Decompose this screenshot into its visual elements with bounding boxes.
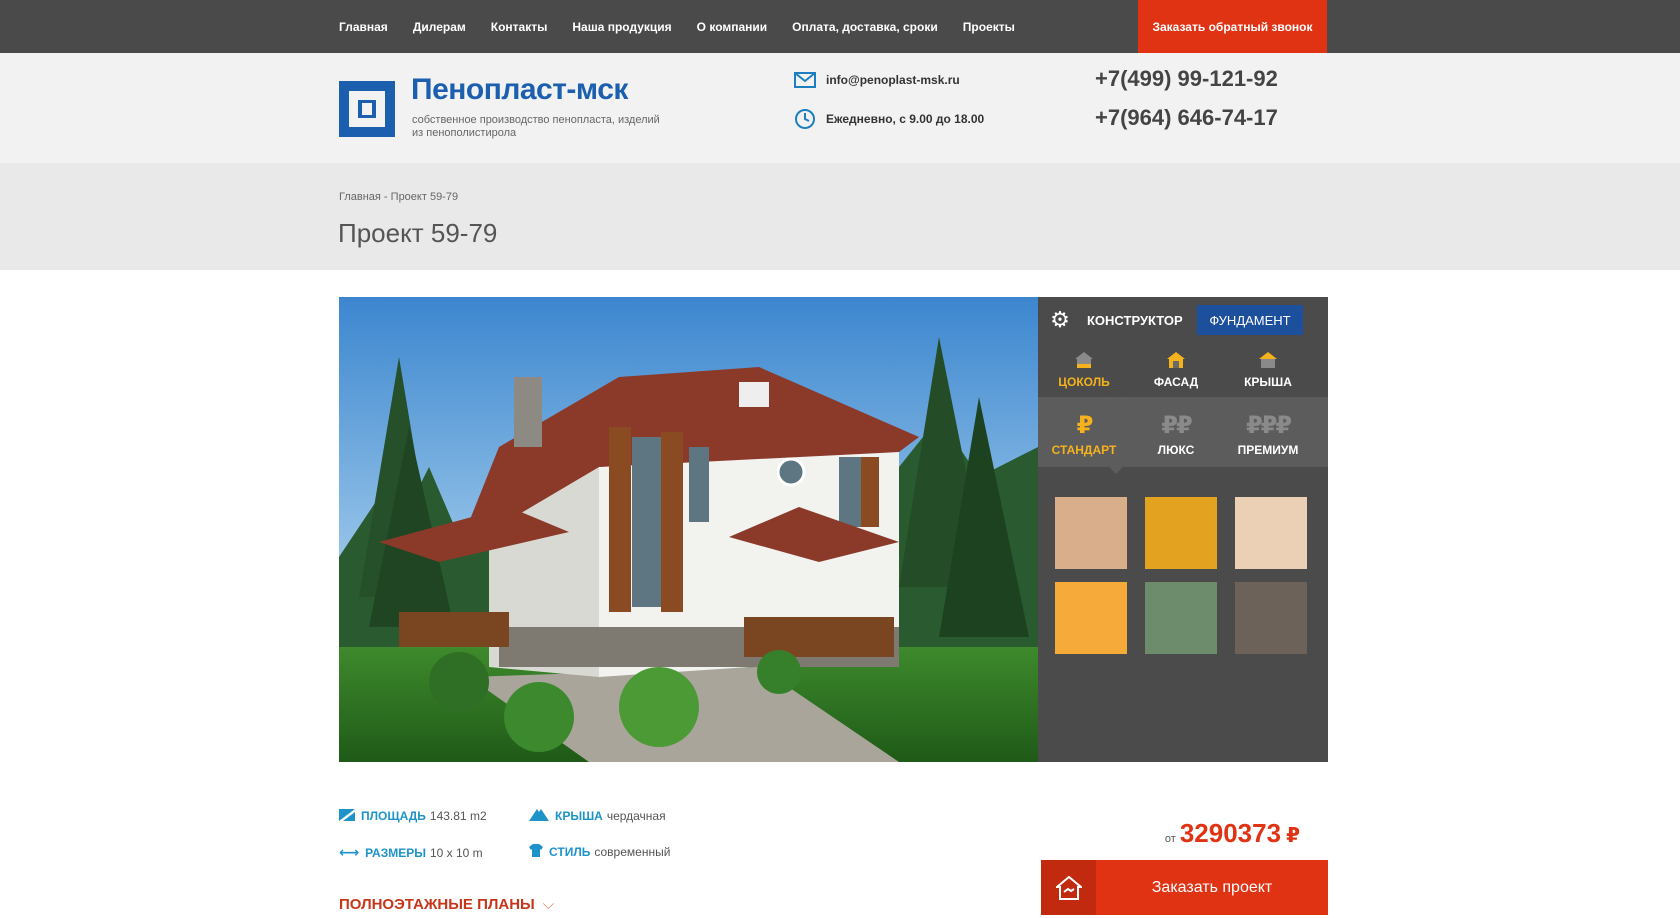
shirt-icon [529,844,543,860]
color-swatch[interactable] [1055,582,1127,654]
price-block: от 3290373 ₽ [1150,818,1300,849]
price-currency: ₽ [1286,825,1300,847]
tab-label: ЦОКОЛЬ [1058,375,1110,389]
spec-area: ПЛОЩАДЬ 143.81 m2 [339,808,487,824]
tier-label: ПРЕМИУМ [1237,443,1299,457]
foundation-button[interactable]: ФУНДАМЕНТ [1197,305,1303,335]
main-menu: Главная Дилерам Контакты Наша продукция … [339,0,1040,53]
color-swatch[interactable] [1145,582,1217,654]
tab-label: КРЫША [1244,375,1292,389]
chevron-down-icon: ⌵ [542,896,555,913]
nav-item-about[interactable]: О компании [697,20,768,34]
logo-icon[interactable] [339,81,395,137]
tier-lux[interactable]: ₽₽ ЛЮКС [1130,412,1222,458]
spec-value: 143.81 m2 [429,809,487,823]
hours-contact: Ежедневно, с 9.00 до 18.00 [794,108,984,130]
tier-label: СТАНДАРТ [1051,443,1117,457]
house-icon [1038,343,1130,369]
color-swatch[interactable] [1055,497,1127,569]
color-swatch[interactable] [1235,582,1307,654]
brand-tagline: собственное производство пенопласта, изд… [412,114,660,139]
nav-item-projects[interactable]: Проекты [963,20,1015,34]
price-value: 3290373 [1179,818,1282,848]
spec-label: КРЫША [555,809,603,823]
tab-facade[interactable]: ФАСАД [1130,343,1222,393]
working-hours: Ежедневно, с 9.00 до 18.00 [826,112,985,126]
email-contact: info@penoplast-msk.ru [794,69,960,91]
order-project-button[interactable]: Заказать проект [1041,860,1328,915]
brand-name[interactable]: Пенопласт-мск [411,73,628,107]
spec-value: 10 x 10 m [429,845,483,860]
spec-label: СТИЛЬ [549,845,591,859]
price-tier-tabs: ₽ СТАНДАРТ ₽₽ ЛЮКС ₽₽₽ ПРЕМИУМ [1038,412,1328,458]
arrows-horizontal-icon: ⟷ [339,844,360,860]
tier-standard[interactable]: ₽ СТАНДАРТ [1038,412,1130,458]
ruble-icon: ₽ [1076,412,1094,439]
spec-value: чердачная [606,809,666,823]
spec-style: СТИЛЬ современный [529,844,670,860]
constructor-header: ⚙ КОНСТРУКТОР ФУНДАМЕНТ [1038,297,1328,343]
color-swatch[interactable] [1235,497,1307,569]
plans-label: ПОЛНОЭТАЖНЫЕ ПЛАНЫ [339,896,535,913]
ruble-icon: ₽₽ [1161,412,1192,439]
house-parts-tabs: ЦОКОЛЬ ФАСАД КРЫША [1038,343,1328,393]
spec-label: РАЗМЕРЫ [365,845,426,860]
clock-icon [794,108,816,130]
active-tier-pointer [1109,467,1123,474]
tier-label: ЛЮКС [1157,443,1195,457]
breadcrumb-current: Проект 59-79 [390,191,459,203]
tab-label: ФАСАД [1153,375,1199,389]
constructor-title: КОНСТРУКТОР [1087,313,1183,328]
color-swatch[interactable] [1145,497,1217,569]
spec-roof: КРЫША чердачная [529,808,666,824]
house-icon [1130,343,1222,369]
email-link[interactable]: info@penoplast-msk.ru [826,73,960,87]
color-swatches [1055,497,1311,654]
tab-roof[interactable]: КРЫША [1222,343,1314,393]
nav-item-payment[interactable]: Оплата, доставка, сроки [792,20,938,34]
order-button-label: Заказать проект [1151,878,1273,896]
envelope-icon [794,69,816,91]
tab-plinth[interactable]: ЦОКОЛЬ [1038,343,1130,393]
nav-item-dealers[interactable]: Дилерам [413,20,466,34]
nav-item-contacts[interactable]: Контакты [491,20,548,34]
house-icon [1222,343,1314,369]
site-header: Пенопласт-мск собственное производство п… [0,53,1680,163]
nav-item-home[interactable]: Главная [339,20,388,34]
constructor-panel: ⚙ КОНСТРУКТОР ФУНДАМЕНТ ЦОКОЛЬ ФАСАД КРЫ… [1038,297,1328,762]
roof-icon [529,808,549,824]
house-handshake-icon [1041,860,1096,915]
ruble-icon: ₽₽₽ [1245,412,1292,439]
gear-icon: ⚙ [1050,307,1070,332]
area-icon [339,808,355,824]
phone-secondary[interactable]: +7(964) 646-74-17 [1095,105,1278,131]
house-render-image [339,297,1038,762]
breadcrumb-home[interactable]: Главная [339,191,381,203]
phone-primary[interactable]: +7(499) 99-121-92 [1095,66,1278,92]
nav-item-products[interactable]: Наша продукция [572,20,671,34]
callback-button[interactable]: Заказать обратный звонок [1138,0,1327,53]
full-floor-plans-toggle[interactable]: ПОЛНОЭТАЖНЫЕ ПЛАНЫ ⌵ [339,896,554,913]
spec-value: современный [594,845,671,859]
spec-size: ⟷ РАЗМЕРЫ 10 x 10 m [339,844,483,861]
breadcrumb-separator: - [380,191,391,203]
page-title: Проект 59-79 [338,218,498,248]
top-navigation: Главная Дилерам Контакты Наша продукция … [0,0,1680,53]
price-from: от [1164,833,1176,845]
tier-premium[interactable]: ₽₽₽ ПРЕМИУМ [1222,412,1314,458]
spec-label: ПЛОЩАДЬ [361,809,426,823]
breadcrumb: Главная - Проект 59-79 [339,191,458,203]
title-band: Главная - Проект 59-79 Проект 59-79 [0,163,1680,270]
